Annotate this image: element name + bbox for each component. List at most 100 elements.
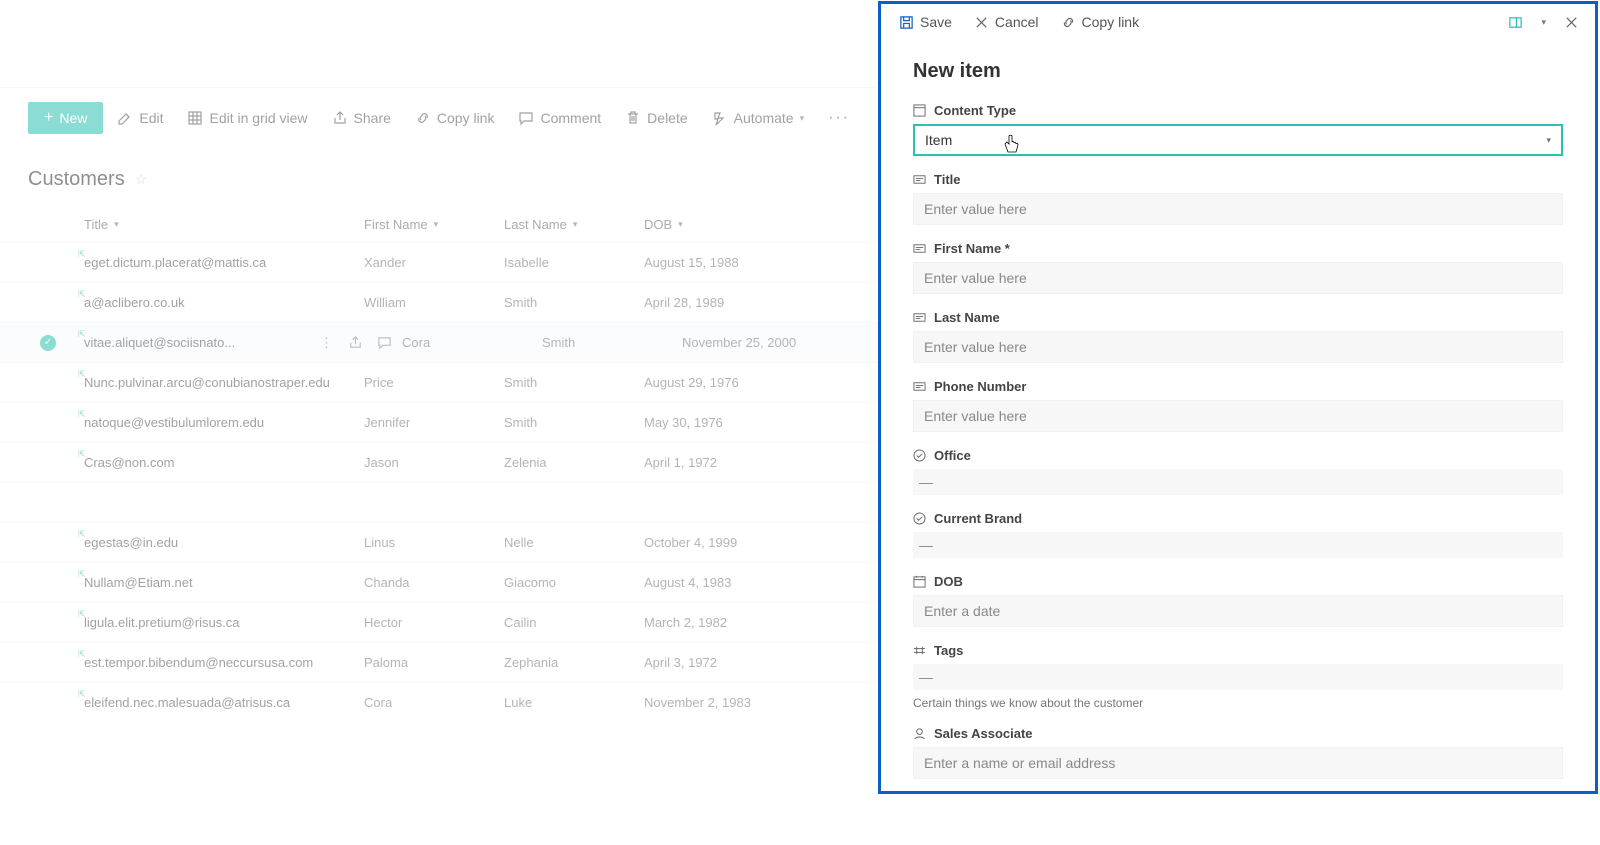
cell-title[interactable]: ⇱eleifend.nec.malesuada@atrisus.ca (84, 695, 364, 710)
person-icon (913, 727, 926, 740)
automate-button[interactable]: Automate ▾ (702, 104, 814, 132)
col-dob[interactable]: DOB▾ (644, 217, 824, 232)
new-item-panel: Save Cancel Copy link ▾ New item Content… (878, 1, 1598, 794)
check-icon: ✓ (40, 335, 56, 351)
cell-first-name: Price (364, 375, 504, 390)
cell-title[interactable]: ⇱ligula.elit.pretium@risus.ca (84, 615, 364, 630)
field-office: Office — (913, 448, 1563, 495)
new-indicator-icon: ⇱ (78, 409, 86, 420)
delete-button[interactable]: Delete (615, 104, 697, 132)
field-sales-associate: Sales Associate (913, 726, 1563, 779)
link-icon (1061, 15, 1076, 30)
field-content-type: Content Type Item ▾ (913, 103, 1563, 156)
panel-copylink-label: Copy link (1082, 14, 1140, 30)
title-input[interactable] (913, 193, 1563, 225)
tags-helper: Certain things we know about the custome… (913, 696, 1563, 710)
share-button[interactable]: Share (322, 104, 401, 132)
text-icon (913, 311, 926, 324)
content-type-icon (913, 104, 926, 117)
cell-last-name: Smith (504, 375, 644, 390)
col-title[interactable]: Title▾ (84, 217, 364, 232)
cell-last-name: Luke (504, 695, 644, 710)
grid-edit-label: Edit in grid view (209, 110, 307, 126)
brand-input[interactable]: — (913, 532, 1563, 558)
cell-title[interactable]: ⇱Nunc.pulvinar.arcu@conubianostraper.edu (84, 375, 364, 390)
new-indicator-icon: ⇱ (78, 249, 86, 260)
new-button[interactable]: + New (28, 102, 103, 134)
cell-title[interactable]: ⇱Cras@non.com (84, 455, 364, 470)
comment-label: Comment (540, 110, 601, 126)
panel-cancel-label: Cancel (995, 14, 1039, 30)
cell-last-name: Smith (542, 335, 682, 350)
cell-first-name: William (364, 295, 504, 310)
panel-chevron-button[interactable]: ▾ (1535, 15, 1552, 30)
first-name-input[interactable] (913, 262, 1563, 294)
last-name-input[interactable] (913, 331, 1563, 363)
brand-label: Current Brand (934, 511, 1022, 526)
cell-dob: August 4, 1983 (644, 575, 824, 590)
cell-first-name: Chanda (364, 575, 504, 590)
col-first-name[interactable]: First Name▾ (364, 217, 504, 232)
copy-link-label: Copy link (437, 110, 495, 126)
cell-title[interactable]: ⇱Nullam@Etiam.net (84, 575, 364, 590)
copy-link-button[interactable]: Copy link (405, 104, 505, 132)
chevron-down-icon: ▾ (678, 219, 683, 230)
field-phone: Phone Number (913, 379, 1563, 432)
dob-label: DOB (934, 574, 963, 589)
panel-expand-button[interactable] (1502, 13, 1529, 32)
calendar-icon (913, 575, 926, 588)
tags-input[interactable]: — (913, 664, 1563, 690)
automate-label: Automate (734, 110, 794, 126)
panel-cancel-button[interactable]: Cancel (966, 12, 1047, 32)
cell-first-name: Jason (364, 455, 504, 470)
favorite-icon[interactable]: ☆ (135, 171, 148, 188)
cell-title[interactable]: ⇱natoque@vestibulumlorem.edu (84, 415, 364, 430)
cell-last-name: Isabelle (504, 255, 644, 270)
close-icon (1564, 15, 1579, 30)
panel-copylink-button[interactable]: Copy link (1053, 12, 1148, 32)
cell-title[interactable]: ⇱vitae.aliquet@sociisnato... (84, 335, 364, 350)
office-input[interactable]: — (913, 469, 1563, 495)
save-icon (899, 15, 914, 30)
grid-edit-button[interactable]: Edit in grid view (177, 104, 317, 132)
close-icon (974, 15, 989, 30)
col-last-name[interactable]: Last Name▾ (504, 217, 644, 232)
cell-last-name: Zephania (504, 655, 644, 670)
panel-toolbar: Save Cancel Copy link ▾ (881, 4, 1595, 40)
text-icon (913, 380, 926, 393)
chevron-down-icon: ▾ (434, 219, 439, 230)
cell-dob: May 30, 1976 (644, 415, 824, 430)
delete-label: Delete (647, 110, 687, 126)
cell-title[interactable]: ⇱est.tempor.bibendum@neccursusa.com (84, 655, 364, 670)
comment-button[interactable]: Comment (508, 104, 611, 132)
chevron-down-icon: ▾ (573, 219, 578, 230)
content-type-select[interactable]: Item ▾ (913, 124, 1563, 156)
more-button[interactable]: ··· (818, 103, 860, 133)
sales-input[interactable] (913, 747, 1563, 779)
panel-title: New item (913, 60, 1563, 83)
new-indicator-icon: ⇱ (78, 609, 86, 620)
edit-button[interactable]: Edit (107, 104, 173, 132)
panel-close-button[interactable] (1558, 13, 1585, 32)
cell-title[interactable]: ⇱egestas@in.edu (84, 535, 364, 550)
panel-save-button[interactable]: Save (891, 12, 960, 32)
new-indicator-icon: ⇱ (78, 649, 86, 660)
row-comment-icon[interactable] (377, 335, 392, 350)
office-label: Office (934, 448, 971, 463)
text-icon (913, 173, 926, 186)
cell-dob: April 3, 1972 (644, 655, 824, 670)
new-indicator-icon: ⇱ (78, 289, 86, 300)
share-icon (332, 110, 348, 126)
phone-label: Phone Number (934, 379, 1026, 394)
title-label: Title (934, 172, 961, 187)
cell-title[interactable]: ⇱eget.dictum.placerat@mattis.ca (84, 255, 364, 270)
cell-first-name: Cora (402, 335, 542, 350)
cell-first-name: Hector (364, 615, 504, 630)
cell-title[interactable]: ⇱a@aclibero.co.uk (84, 295, 364, 310)
dob-input[interactable] (913, 595, 1563, 627)
new-indicator-icon: ⇱ (78, 369, 86, 380)
choice-icon (913, 512, 926, 525)
trash-icon (625, 110, 641, 126)
phone-input[interactable] (913, 400, 1563, 432)
cell-last-name: Nelle (504, 535, 644, 550)
